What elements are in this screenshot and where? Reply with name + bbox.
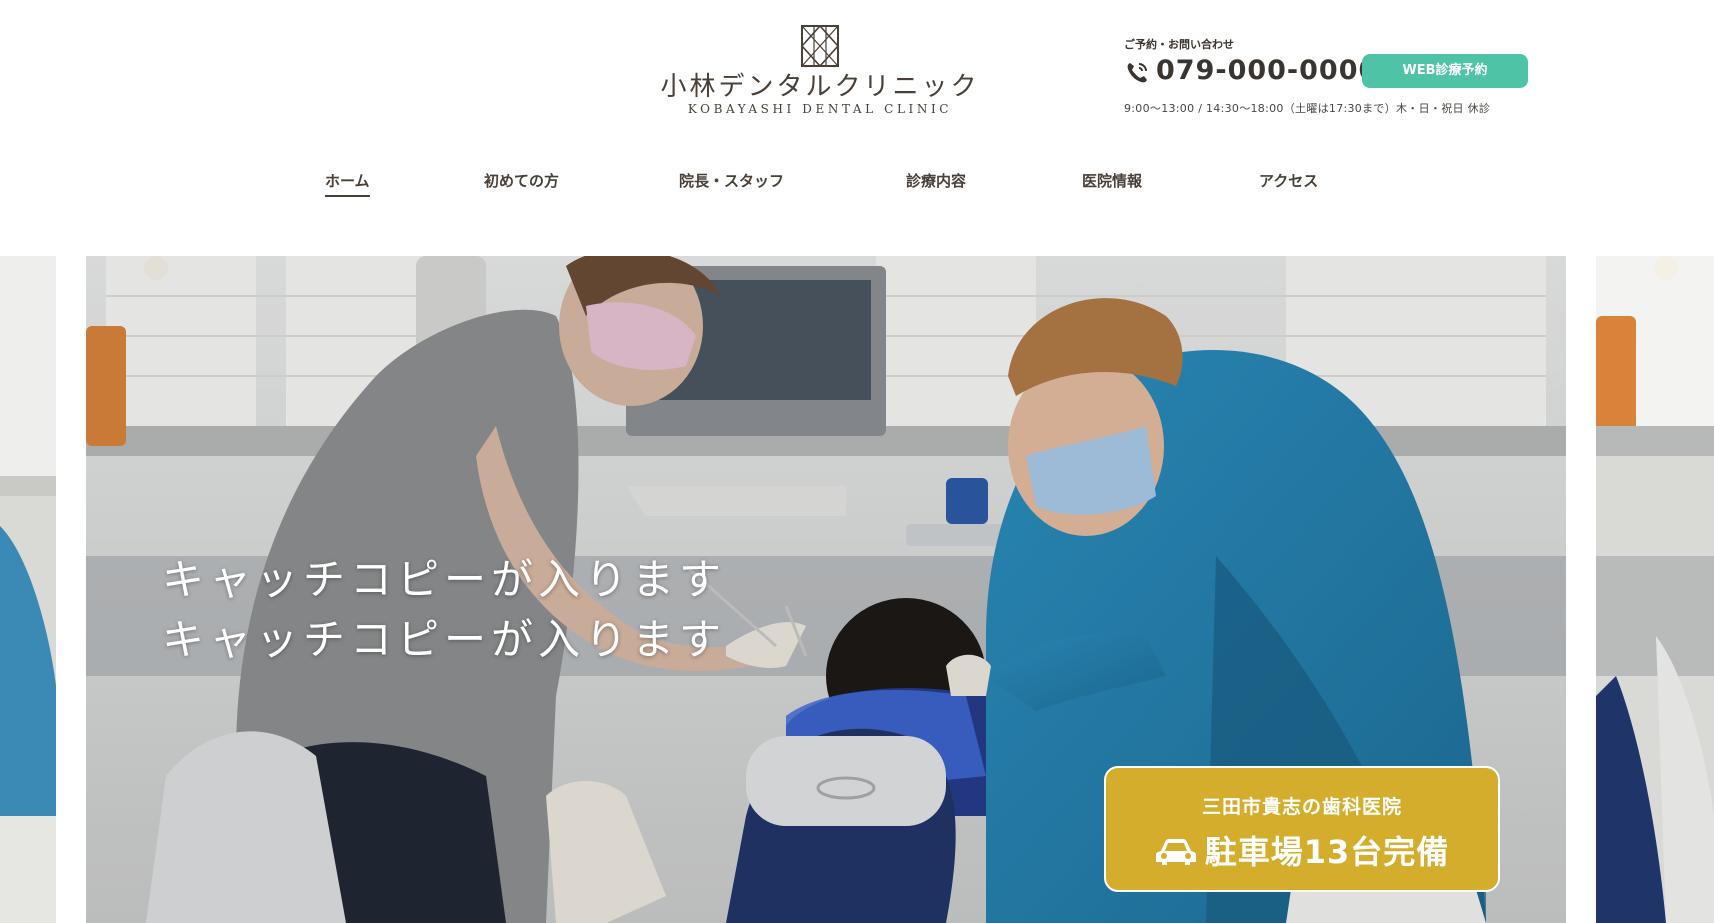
phone-number[interactable]: 079-000-0000 (1156, 55, 1378, 86)
nav-treatments[interactable]: 診療内容 (906, 170, 966, 191)
nav-home[interactable]: ホーム (325, 170, 370, 197)
parking-badge: 三田市貴志の歯科医院 駐車場13台完備 (1104, 766, 1500, 892)
web-reservation-button[interactable]: WEB診療予約 (1362, 54, 1528, 88)
tel-row: 079-000-0000 WEB診療予約 (1124, 54, 1528, 90)
hero-catchcopy: キャッチコピーが入ります キャッチコピーが入ります (162, 550, 726, 670)
phone-icon (1127, 63, 1147, 83)
contact-block: ご予約・お問い合わせ 079-000-0000 WEB診療予約 9:00〜13:… (1124, 36, 1528, 116)
slide-preview-next[interactable] (1596, 256, 1714, 923)
contact-label: ご予約・お問い合わせ (1124, 38, 1234, 51)
logo-english: KOBAYASHI DENTAL CLINIC (687, 102, 953, 116)
parking-subtitle: 三田市貴志の歯科医院 (1201, 796, 1402, 818)
parking-title: 駐車場13台完備 (1106, 827, 1498, 873)
catchcopy-line-2: キャッチコピーが入ります (162, 615, 727, 664)
business-hours: 9:00〜13:00 / 14:30〜18:00（土曜は17:30まで）木・日・… (1124, 102, 1491, 115)
nav-staff[interactable]: 院長・スタッフ (679, 170, 784, 191)
clinic-logo[interactable]: 小林デンタルクリニック KOBAYASHI DENTAL CLINIC (660, 24, 980, 116)
catchcopy-line-1: キャッチコピーが入ります (162, 555, 727, 604)
car-icon (1155, 839, 1196, 865)
nav-first-visit[interactable]: 初めての方 (484, 170, 559, 191)
nav-access[interactable]: アクセス (1259, 170, 1318, 191)
nav-clinic-info[interactable]: 医院情報 (1082, 170, 1142, 191)
logo-japanese: 小林デンタルクリニック (660, 72, 980, 102)
global-nav: ホーム 初めての方 院長・スタッフ 診療内容 医院情報 アクセス (0, 170, 1714, 200)
next-slide-image (1596, 256, 1714, 923)
previous-slide-image (0, 256, 56, 923)
logo-mark-icon (800, 24, 840, 68)
slide-preview-previous[interactable] (0, 256, 56, 923)
parking-main-text: 駐車場13台完備 (1204, 833, 1450, 871)
